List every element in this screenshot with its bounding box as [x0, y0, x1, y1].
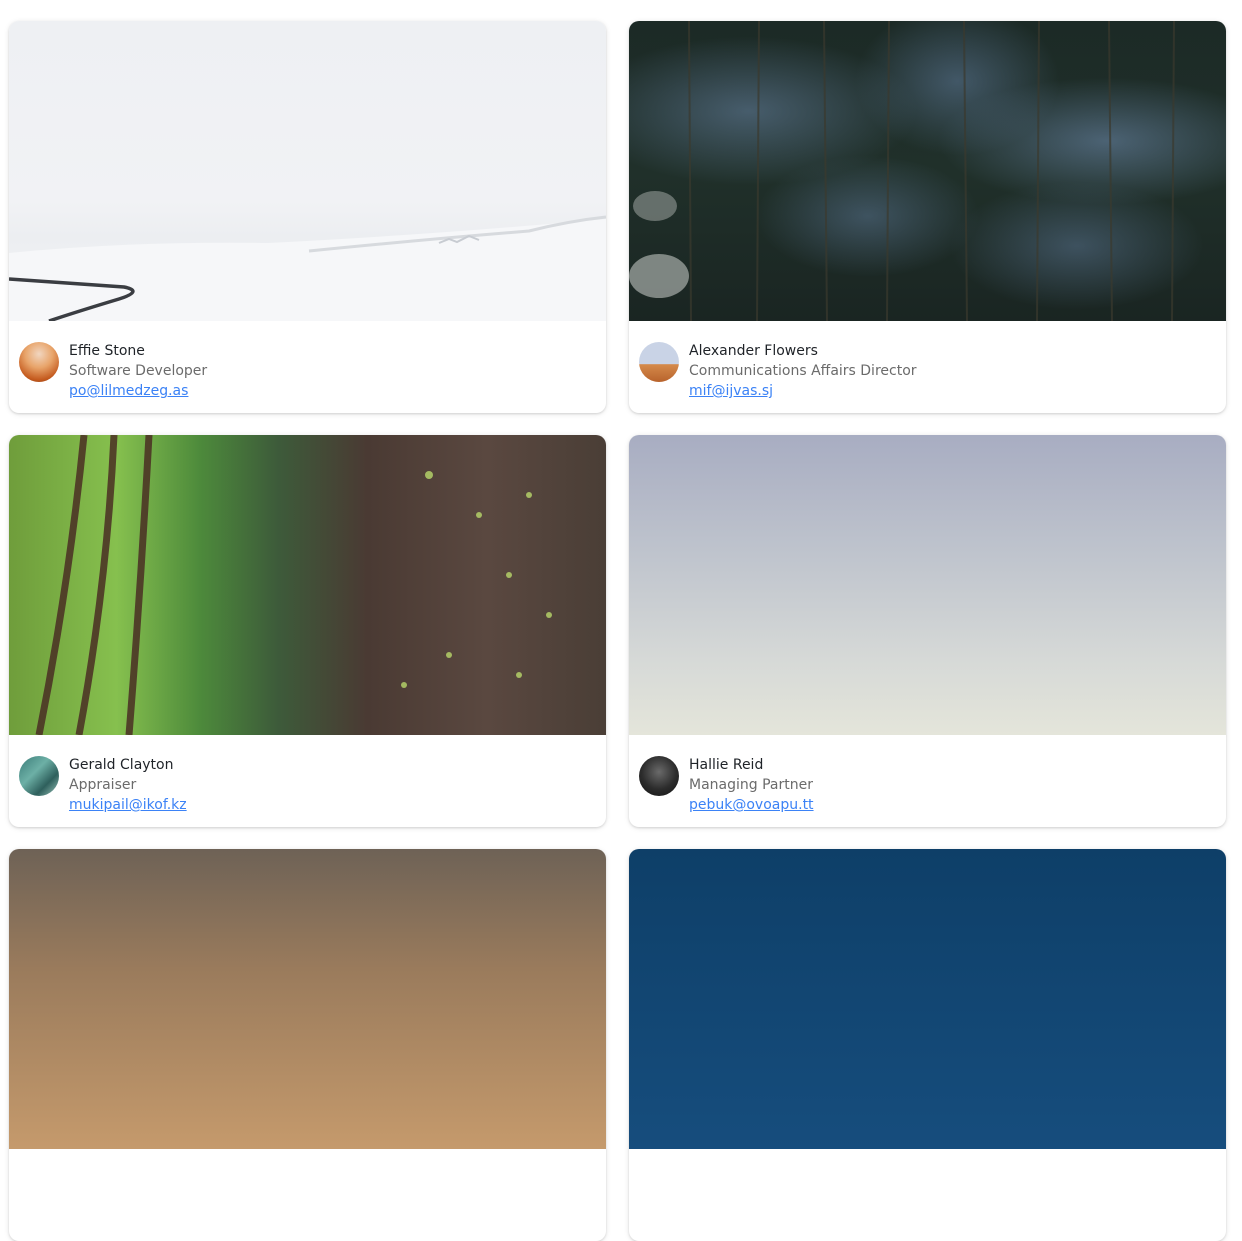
person-title: Communications Affairs Director: [689, 363, 917, 379]
profile-card: Hallie Reid Managing Partner pebuk@ovoap…: [629, 435, 1226, 827]
card-info: Gerald Clayton Appraiser mukipail@ikof.k…: [9, 735, 606, 827]
email-link[interactable]: po@lilmedzeg.as: [69, 383, 188, 399]
profile-card-grid: Effie Stone Software Developer po@lilmed…: [0, 0, 1242, 1241]
person-name: Effie Stone: [69, 343, 145, 359]
avatar-photo: [19, 342, 59, 382]
email-link[interactable]: mukipail@ikof.kz: [69, 797, 187, 813]
profile-card: Alexander Flowers Communications Affairs…: [629, 21, 1226, 413]
person-title: Software Developer: [69, 363, 208, 379]
card-info: Effie Stone Software Developer po@lilmed…: [9, 321, 606, 413]
ocean-photo: [629, 849, 1226, 1149]
avatar-photo: [19, 756, 59, 796]
card-info: Hallie Reid Managing Partner pebuk@ovoap…: [629, 735, 1226, 827]
avatar-photo: [639, 756, 679, 796]
card-info: Alexander Flowers Communications Affairs…: [629, 321, 1226, 413]
forest-photo: [629, 21, 1226, 321]
person-name: Alexander Flowers: [689, 343, 818, 359]
person-title: Managing Partner: [689, 777, 813, 793]
email-link[interactable]: mif@ijvas.sj: [689, 383, 773, 399]
profile-card: [9, 849, 606, 1241]
sunset-photo: [9, 849, 606, 1149]
email-link[interactable]: pebuk@ovoapu.tt: [689, 797, 814, 813]
snowy-road-photo: [9, 21, 606, 321]
sky-photo: [629, 435, 1226, 735]
green-trees-photo: [9, 435, 606, 735]
person-name: Hallie Reid: [689, 757, 764, 773]
avatar-photo: [639, 342, 679, 382]
person-name: Gerald Clayton: [69, 757, 174, 773]
profile-card: Effie Stone Software Developer po@lilmed…: [9, 21, 606, 413]
profile-card: [629, 849, 1226, 1241]
person-title: Appraiser: [69, 777, 137, 793]
profile-card: Gerald Clayton Appraiser mukipail@ikof.k…: [9, 435, 606, 827]
